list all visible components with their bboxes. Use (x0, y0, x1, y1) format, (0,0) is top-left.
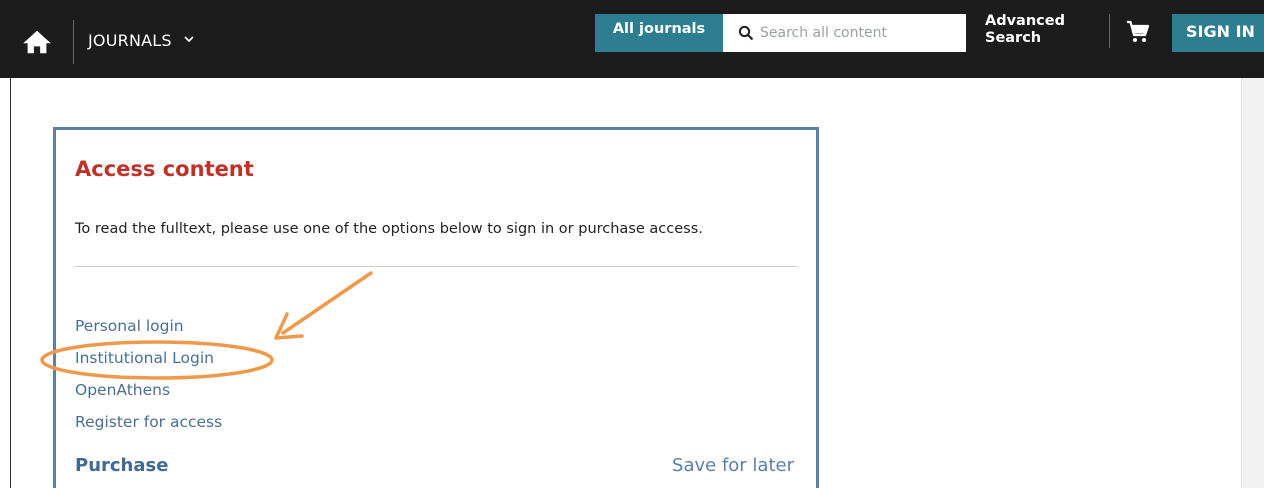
institutional-login-link[interactable]: Institutional Login (75, 349, 214, 367)
journals-menu-button[interactable]: JOURNALS (88, 30, 195, 52)
save-for-later-link[interactable]: Save for later (672, 455, 794, 476)
page-right-column (1241, 78, 1264, 488)
register-for-access-link[interactable]: Register for access (75, 413, 222, 431)
chevron-down-icon (184, 36, 194, 43)
purchase-heading: Purchase (75, 455, 169, 476)
search-input[interactable] (760, 25, 960, 41)
journals-label: JOURNALS (88, 31, 172, 50)
search-box (723, 14, 966, 52)
page-left-edge (10, 78, 11, 488)
access-description: To read the fulltext, please use one of … (75, 221, 703, 237)
home-button[interactable] (22, 28, 52, 58)
advanced-search-line1: Advanced (985, 13, 1065, 29)
advanced-search-link[interactable]: Advanced Search (985, 13, 1065, 47)
openathens-link[interactable]: OpenAthens (75, 381, 170, 399)
access-content-title: Access content (75, 157, 254, 181)
divider (75, 266, 797, 267)
all-journals-button[interactable]: All journals (595, 14, 723, 52)
all-journals-label: All journals (612, 21, 706, 37)
cart-icon (1127, 20, 1150, 42)
cart-button[interactable] (1126, 20, 1150, 44)
sign-in-button[interactable]: SIGN IN (1172, 14, 1264, 52)
top-navigation-bar: JOURNALS All journals Advanced Search SI… (0, 0, 1264, 78)
nav-divider (1109, 14, 1110, 48)
advanced-search-line2: Search (985, 30, 1042, 46)
search-icon[interactable] (738, 25, 754, 41)
personal-login-link[interactable]: Personal login (75, 317, 184, 335)
home-icon (23, 30, 51, 54)
sign-in-label: SIGN IN (1186, 22, 1255, 41)
access-content-panel: Access content To read the fulltext, ple… (53, 127, 819, 488)
nav-divider (73, 20, 74, 64)
